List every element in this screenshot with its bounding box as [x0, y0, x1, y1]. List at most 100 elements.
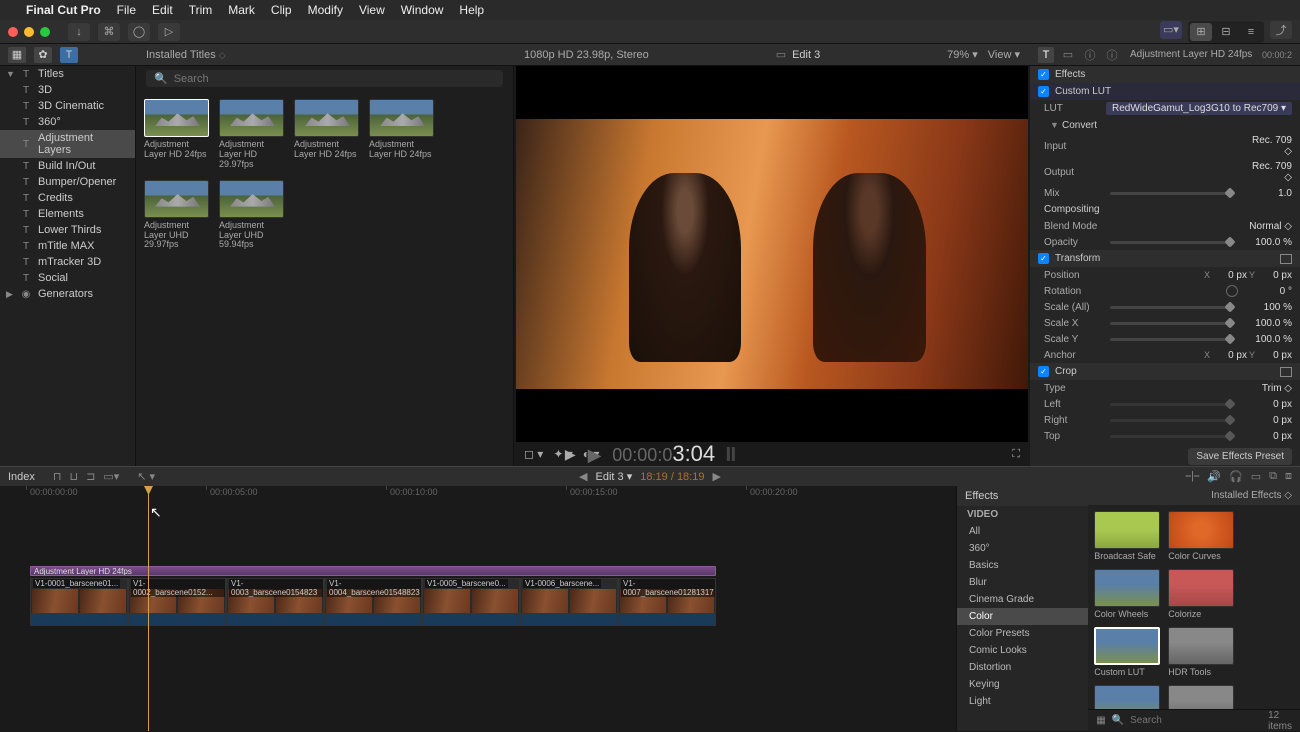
effects-cat-light[interactable]: Light	[957, 693, 1088, 710]
opacity-value[interactable]: 100.0 %	[1242, 237, 1292, 248]
inspector-tab-text[interactable]: T	[1038, 47, 1054, 63]
share-button[interactable]: ⤴	[1270, 21, 1292, 39]
scale-all-slider[interactable]	[1110, 306, 1234, 309]
titles-icon[interactable]: T	[60, 47, 78, 63]
photos-icon[interactable]: ✿	[34, 47, 52, 63]
inspector-tab-info[interactable]: ⓘ	[1082, 47, 1098, 63]
layout-a[interactable]: ⊞	[1190, 23, 1212, 41]
adjustment-layer-clip[interactable]: Adjustment Layer HD 24fps	[30, 566, 716, 576]
fullscreen-button[interactable]: ⛶	[1012, 448, 1020, 461]
skimming-icon[interactable]: ⎯|⎯	[1185, 470, 1199, 483]
crop-checkbox[interactable]: ✓	[1038, 366, 1049, 377]
sidebar-item-build-in-out[interactable]: TBuild In/Out	[0, 158, 135, 174]
snapping-icon[interactable]: ▭	[1251, 470, 1261, 483]
effects-cat-comic-looks[interactable]: Comic Looks	[957, 642, 1088, 659]
layout-c[interactable]: ≡	[1240, 23, 1262, 41]
installed-effects-label[interactable]: Installed Effects ◇	[1088, 486, 1300, 505]
mix-slider[interactable]	[1110, 192, 1234, 195]
layout-b[interactable]: ⊟	[1215, 23, 1237, 41]
insert-icon[interactable]: ⊔	[70, 470, 79, 483]
clip-skimming-icon[interactable]: ▭	[776, 48, 786, 61]
timeline-back[interactable]: ◀	[579, 470, 587, 483]
sidebar-item-3d[interactable]: T3D	[0, 82, 135, 98]
inspector-customlut-header[interactable]: ✓ Custom LUT	[1030, 83, 1300, 100]
effect-item[interactable]	[1168, 685, 1234, 709]
timeline-name[interactable]: Edit 3 ▾	[596, 470, 633, 483]
timeline-ruler[interactable]: 00:00:00:0000:00:05:0000:00:10:0000:00:1…	[0, 486, 956, 500]
sidebar-item-mtracker-3d[interactable]: TmTracker 3D	[0, 254, 135, 270]
save-effects-preset-button[interactable]: Save Effects Preset	[1188, 448, 1292, 465]
transform-tool[interactable]: ◻ ▾	[524, 447, 543, 461]
effects-scope-icon[interactable]: ▦	[1096, 715, 1105, 726]
browser-item[interactable]: Adjustment Layer HD 24fps	[294, 99, 359, 170]
sidebar-item-lower-thirds[interactable]: TLower Thirds	[0, 222, 135, 238]
scale-x-value[interactable]: 100.0 %	[1242, 318, 1292, 329]
sidebar-generators-header[interactable]: ▶◉Generators	[0, 286, 135, 302]
browser-item[interactable]: Adjustment Layer UHD 29.97fps	[144, 180, 209, 251]
rotation-dial[interactable]	[1226, 285, 1238, 297]
timeline-fwd[interactable]: ▶	[712, 470, 720, 483]
sidebar-item-360-[interactable]: T360°	[0, 114, 135, 130]
browser-item[interactable]: Adjustment Layer HD 24fps	[369, 99, 434, 170]
menu-trim[interactable]: Trim	[189, 3, 213, 17]
opacity-slider[interactable]	[1110, 241, 1234, 244]
menu-help[interactable]: Help	[459, 3, 484, 17]
arrow-button[interactable]: ▷	[158, 23, 180, 41]
crop-top-slider[interactable]	[1110, 435, 1234, 438]
crop-header[interactable]: ✓Crop	[1030, 363, 1300, 380]
output-value[interactable]: Rec. 709 ◇	[1242, 161, 1292, 183]
video-clip[interactable]: V1-0004_barscene01548823	[324, 578, 422, 626]
menu-mark[interactable]: Mark	[228, 3, 255, 17]
effects-cat-360-[interactable]: 360°	[957, 540, 1088, 557]
zoom-level[interactable]: 79% ▾	[947, 48, 978, 61]
compositing-header[interactable]: Compositing	[1030, 201, 1300, 218]
maximize-window[interactable]	[40, 27, 50, 37]
blend-value[interactable]: Normal ◇	[1242, 221, 1292, 232]
mix-value[interactable]: 1.0	[1242, 188, 1292, 199]
input-value[interactable]: Rec. 709 ◇	[1242, 135, 1292, 157]
effect-item[interactable]: Color Curves	[1168, 511, 1234, 561]
browser-search[interactable]: 🔍	[146, 70, 503, 87]
video-clip[interactable]: V1-0005_barscene0...	[422, 578, 520, 626]
crop-top-value[interactable]: 0 px	[1242, 431, 1292, 442]
solo-icon[interactable]: 🎧	[1229, 470, 1243, 483]
scale-y-value[interactable]: 100.0 %	[1242, 334, 1292, 345]
video-clip[interactable]: V1-0002_barscene0152...	[128, 578, 226, 626]
connect-icon[interactable]: ⊓	[53, 470, 62, 483]
effects-cat-distortion[interactable]: Distortion	[957, 659, 1088, 676]
crop-right-slider[interactable]	[1110, 419, 1234, 422]
sidebar-item-mtitle-max[interactable]: TmTitle MAX	[0, 238, 135, 254]
app-name[interactable]: Final Cut Pro	[26, 3, 101, 17]
timecode[interactable]: ▶ 00:00:03:04	[588, 441, 716, 467]
sidebar-titles-header[interactable]: ▼TTitles	[0, 66, 135, 82]
browser-toggle[interactable]: ▭▾	[1160, 21, 1182, 39]
sidebar-item-adjustment-layers[interactable]: TAdjustment Layers	[0, 130, 135, 158]
effects-cat-blur[interactable]: Blur	[957, 574, 1088, 591]
overwrite-icon[interactable]: ▭▾	[103, 470, 119, 483]
effects-cat-color-presets[interactable]: Color Presets	[957, 625, 1088, 642]
menu-clip[interactable]: Clip	[271, 3, 292, 17]
effects-checkbox[interactable]: ✓	[1038, 69, 1049, 80]
crop-type-value[interactable]: Trim ◇	[1242, 383, 1292, 394]
pos-y[interactable]: 0 px	[1257, 270, 1292, 281]
anchor-x[interactable]: 0 px	[1212, 350, 1247, 361]
inspector-tab-info2[interactable]: ⓘ	[1104, 47, 1120, 63]
anchor-y[interactable]: 0 px	[1257, 350, 1292, 361]
effects-cat-basics[interactable]: Basics	[957, 557, 1088, 574]
menu-edit[interactable]: Edit	[152, 3, 173, 17]
playhead[interactable]	[148, 486, 149, 731]
browser-item[interactable]: Adjustment Layer HD 29.97fps	[219, 99, 284, 170]
import-button[interactable]: ↓	[68, 23, 90, 41]
video-clip[interactable]: V1-0006_barscene...	[520, 578, 618, 626]
trim-icon-2[interactable]: ⧈	[1285, 470, 1292, 483]
effect-item[interactable]: Colorize	[1168, 569, 1234, 619]
video-clip[interactable]: V1-0003_barscene0154823	[226, 578, 324, 626]
view-menu[interactable]: View ▾	[988, 48, 1020, 61]
inspector-tab-video[interactable]: ▭	[1060, 47, 1076, 63]
effects-cat-keying[interactable]: Keying	[957, 676, 1088, 693]
browser-title[interactable]: Installed Titles	[146, 49, 216, 61]
transform-checkbox[interactable]: ✓	[1038, 253, 1049, 264]
browser-item[interactable]: Adjustment Layer UHD 59.94fps	[219, 180, 284, 251]
trim-icon[interactable]: ⧉	[1269, 470, 1277, 483]
background-tasks-button[interactable]: ◯	[128, 23, 150, 41]
